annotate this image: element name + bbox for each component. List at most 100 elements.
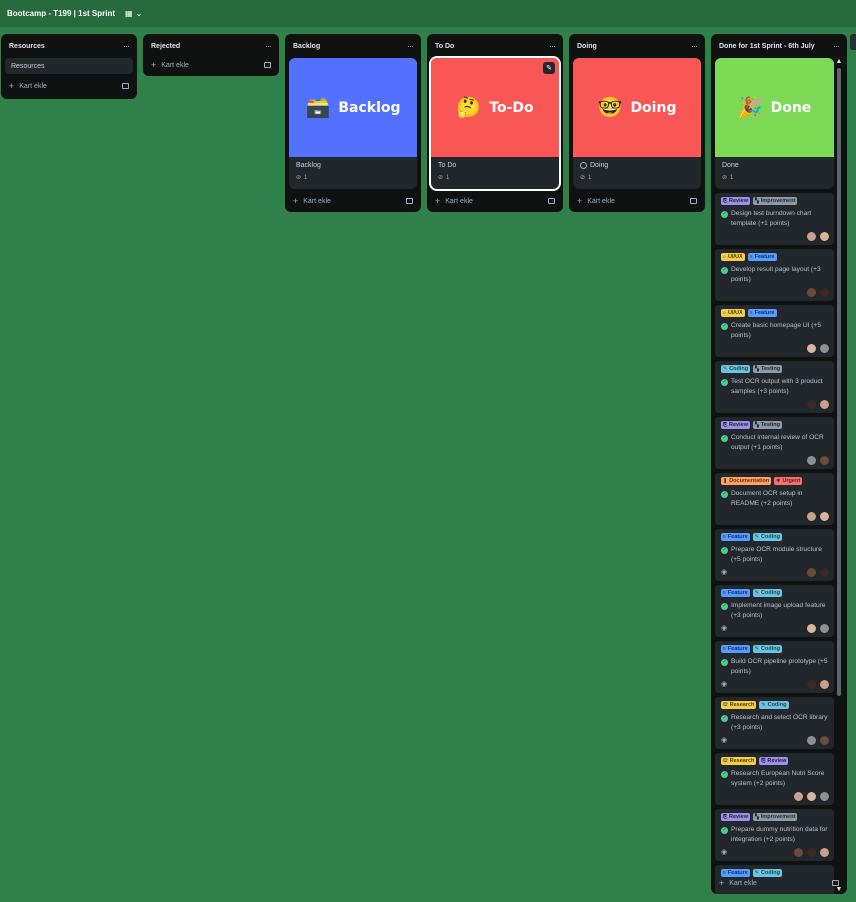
label-feature[interactable]: ≡ Feature <box>721 645 750 653</box>
label-coding[interactable]: ✎ Coding <box>721 365 751 373</box>
avatar[interactable] <box>806 734 817 746</box>
list-menu-icon[interactable]: ··· <box>123 41 130 51</box>
avatar[interactable] <box>806 846 817 858</box>
list-menu-icon[interactable]: ··· <box>691 41 698 51</box>
complete-check-icon[interactable]: ✓ <box>721 658 728 666</box>
task-card[interactable]: ⛫ Research ✎ Coding ✓ Research and select OCR… <box>715 697 834 749</box>
card-template-icon[interactable] <box>122 83 129 89</box>
task-card[interactable]: ≡ Feature ✎ Coding ✓ Prepare OCR module struc… <box>715 529 834 581</box>
card-template-icon[interactable] <box>548 198 555 204</box>
avatar[interactable] <box>806 678 817 690</box>
label-documentation[interactable]: ❚ Documentation <box>721 477 772 485</box>
complete-check-icon[interactable]: ✓ <box>721 210 728 218</box>
complete-check-icon[interactable]: ✓ <box>721 434 728 442</box>
list-title[interactable]: Resources <box>9 43 45 50</box>
label-coding[interactable]: ✎ Coding <box>752 533 782 541</box>
label-review[interactable]: ⎘ Review <box>721 813 750 821</box>
avatar[interactable] <box>819 454 830 466</box>
task-card[interactable]: ⎘ Review ▚ Improvement ✓ Prepare dummy nutrit… <box>715 809 834 861</box>
list-menu-icon[interactable]: ··· <box>407 41 414 51</box>
complete-check-icon[interactable]: ✓ <box>721 378 728 386</box>
avatar[interactable] <box>806 230 817 242</box>
avatar[interactable] <box>819 678 830 690</box>
avatar[interactable] <box>793 790 804 802</box>
task-card[interactable]: ✎ Coding ▚ Testing ✓ Test OCR output with 3 p… <box>715 361 834 413</box>
task-card[interactable]: ≡ Feature ✎ Coding ✓ Implement image upload f… <box>715 585 834 637</box>
label-feature[interactable]: ≡ Feature <box>721 533 750 541</box>
task-card[interactable]: ⛫ Research ⎘ Review ✓ Research European Nutri… <box>715 753 834 805</box>
card-template-icon[interactable] <box>406 198 413 204</box>
list-title[interactable]: Done for 1st Sprint - 6th July <box>719 43 815 50</box>
add-card-button[interactable]: + Kart ekle <box>435 196 473 206</box>
label-feature[interactable]: ≡ Feature <box>747 253 777 261</box>
label-feature[interactable]: ≡ Feature <box>747 309 777 317</box>
avatar[interactable] <box>819 286 830 298</box>
avatar[interactable] <box>806 790 817 802</box>
task-card[interactable]: ⌂ UI/UX ≡ Feature ✓ Create basic homepage UI … <box>715 305 834 357</box>
edit-card-icon[interactable]: ✎ <box>543 62 555 74</box>
task-card[interactable]: ⎘ Review ▚ Improvement ✓ Design test burndown… <box>715 193 834 245</box>
task-card[interactable]: ⎘ Review ▚ Testing ✓ Conduct internal review … <box>715 417 834 469</box>
avatar[interactable] <box>819 566 830 578</box>
avatar[interactable] <box>806 398 817 410</box>
label-improvement[interactable]: ▚ Improvement <box>752 197 798 205</box>
list-scrollbar[interactable]: ▲ ▼ <box>835 58 843 894</box>
label-review[interactable]: ⎘ Review <box>721 197 750 205</box>
complete-check-icon[interactable]: ✓ <box>721 546 728 554</box>
card-resources[interactable]: Resources <box>5 58 133 74</box>
avatar[interactable] <box>806 454 817 466</box>
label-coding[interactable]: ✎ Coding <box>752 589 782 597</box>
complete-checkbox[interactable] <box>580 162 587 169</box>
avatar[interactable] <box>819 846 830 858</box>
board-title[interactable]: Bootcamp - T199 | 1st Sprint <box>7 9 115 18</box>
label-urgent[interactable]: ✱ Urgent <box>774 477 803 485</box>
complete-check-icon[interactable]: ✓ <box>721 714 728 722</box>
add-card-button[interactable]: + Kart ekle <box>719 878 757 888</box>
label-uiux[interactable]: ⌂ UI/UX <box>721 253 745 261</box>
add-card-button[interactable]: + Kart ekle <box>577 196 615 206</box>
list-title[interactable]: To Do <box>435 43 454 50</box>
label-uiux[interactable]: ⌂ UI/UX <box>721 309 745 317</box>
avatar[interactable] <box>806 510 817 522</box>
list-title[interactable]: Rejected <box>151 43 180 50</box>
list-title[interactable]: Doing <box>577 43 597 50</box>
add-card-button[interactable]: + Kart ekle <box>151 60 189 70</box>
avatar[interactable] <box>819 230 830 242</box>
complete-check-icon[interactable]: ✓ <box>721 826 728 834</box>
cover-card-doing[interactable]: 🤓 Doing Doing ⊘ 1 <box>573 58 701 189</box>
avatar[interactable] <box>819 342 830 354</box>
label-testing[interactable]: ▚ Testing <box>752 421 782 429</box>
scroll-up-icon[interactable]: ▲ <box>835 58 843 66</box>
complete-check-icon[interactable]: ✓ <box>721 602 728 610</box>
card-template-icon[interactable] <box>690 198 697 204</box>
label-testing[interactable]: ▚ Testing <box>753 365 783 373</box>
avatar[interactable] <box>806 342 817 354</box>
label-coding[interactable]: ✎ Coding <box>759 701 789 709</box>
card-template-icon[interactable] <box>264 62 271 68</box>
complete-check-icon[interactable]: ✓ <box>721 322 728 330</box>
task-card[interactable]: ⌂ UI/UX ≡ Feature ✓ Develop result page layou… <box>715 249 834 301</box>
avatar[interactable] <box>819 398 830 410</box>
complete-check-icon[interactable]: ✓ <box>721 490 728 498</box>
cover-card-todo[interactable]: 🤔 To-Do ✎ To Do ⊘ 1 <box>429 56 561 191</box>
avatar[interactable] <box>806 286 817 298</box>
scrollbar-thumb[interactable] <box>837 68 841 696</box>
avatar[interactable] <box>819 510 830 522</box>
avatar[interactable] <box>806 622 817 634</box>
avatar[interactable] <box>806 566 817 578</box>
list-menu-icon[interactable]: ··· <box>549 41 556 51</box>
list-title[interactable]: Backlog <box>293 43 320 50</box>
avatar[interactable] <box>819 734 830 746</box>
label-review[interactable]: ⎘ Review <box>759 757 789 765</box>
card-template-icon[interactable] <box>832 880 839 886</box>
complete-check-icon[interactable]: ✓ <box>721 266 728 274</box>
label-review[interactable]: ⎘ Review <box>721 421 750 429</box>
add-list-button[interactable] <box>850 34 856 50</box>
complete-check-icon[interactable]: ✓ <box>721 770 728 778</box>
label-improvement[interactable]: ▚ Improvement <box>752 813 798 821</box>
label-research[interactable]: ⛫ Research <box>721 701 757 709</box>
list-menu-icon[interactable]: ··· <box>833 41 840 51</box>
cover-card-backlog[interactable]: 🗃️ Backlog Backlog ⊘ 1 <box>289 58 417 189</box>
task-card[interactable]: ≡ Feature ✎ Coding ✓ Build OCR pipeline proto… <box>715 641 834 693</box>
cover-card-done[interactable]: 🎉 Done Done ⊘ 1 <box>715 58 834 189</box>
